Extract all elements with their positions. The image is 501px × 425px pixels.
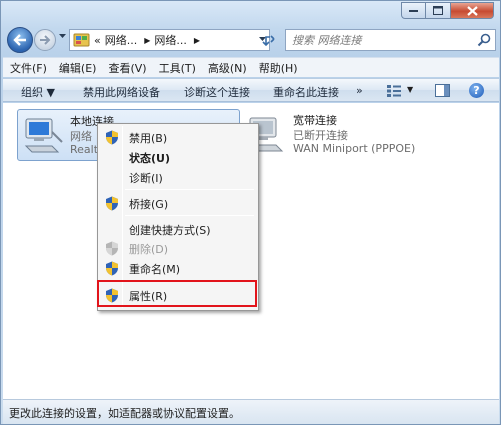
search-box[interactable]	[285, 29, 496, 51]
broadband-connection-name[interactable]: 宽带连接	[293, 112, 337, 128]
menu-item-label: 状态(U)	[129, 152, 170, 165]
view-dropdown-icon[interactable]: ▼	[407, 85, 413, 94]
caption-buttons	[401, 2, 494, 19]
back-arrow-icon	[13, 34, 26, 46]
menu-item-bridge[interactable]: 桥接(G)	[100, 193, 256, 213]
explorer-window: « 网络... ▶ 网络... ▶ 文件(F) 编辑(E) 查看(V) 工具(T) …	[0, 0, 501, 425]
rename-connection-button[interactable]: 重命名此连接	[273, 84, 339, 100]
disable-device-button[interactable]: 禁用此网络设备	[83, 84, 160, 100]
menu-item-label: 重命名(M)	[129, 263, 181, 276]
breadcrumb-arrow-icon[interactable]: ▶	[144, 36, 150, 45]
menu-advanced[interactable]: 高级(N)	[208, 60, 247, 76]
back-button[interactable]	[7, 27, 33, 53]
status-text: 更改此连接的设置，如适配器或协议配置设置。	[9, 407, 240, 420]
refresh-button[interactable]	[257, 29, 279, 51]
menu-item-disable[interactable]: 禁用(B)	[100, 127, 256, 147]
menu-item-rename[interactable]: 重命名(M)	[100, 258, 256, 278]
more-commands-button[interactable]: »	[356, 84, 363, 97]
breadcrumb-item[interactable]: 网络... ▶	[105, 32, 151, 48]
menu-item-label: 删除(D)	[129, 243, 169, 256]
breadcrumb-label: 网络...	[154, 34, 187, 47]
breadcrumb-arrow-icon[interactable]: ▶	[194, 36, 200, 45]
maximize-icon	[433, 6, 443, 15]
uac-shield-icon	[106, 130, 118, 145]
breadcrumb-prefix: «	[94, 33, 101, 47]
search-input[interactable]	[292, 33, 467, 47]
minimize-icon	[409, 9, 418, 12]
properties-highlight-box	[97, 280, 257, 307]
forward-arrow-icon	[40, 35, 51, 45]
menu-item-label: 创建快捷方式(S)	[129, 224, 211, 237]
command-bar: 组织 ▼ 禁用此网络设备 诊断这个连接 重命名此连接 » ▼ ?	[3, 78, 499, 102]
change-view-icon[interactable]	[386, 84, 402, 98]
menu-bar: 文件(F) 编辑(E) 查看(V) 工具(T) 高级(N) 帮助(H)	[3, 57, 499, 77]
control-panel-icon	[73, 33, 90, 47]
menu-item-delete: 删除(D)	[100, 238, 256, 258]
breadcrumb-label: 网络...	[104, 34, 138, 47]
address-bar[interactable]: « 网络... ▶ 网络... ▶	[69, 29, 270, 51]
menu-tools[interactable]: 工具(T)	[159, 60, 196, 76]
menu-item-label: 禁用(B)	[129, 132, 168, 145]
help-icon[interactable]: ?	[469, 83, 484, 98]
menu-edit[interactable]: 编辑(E)	[59, 60, 97, 76]
uac-shield-icon	[106, 196, 118, 211]
uac-shield-icon	[106, 241, 118, 256]
breadcrumb-item[interactable]: 网络... ▶	[154, 32, 200, 48]
uac-shield-icon	[106, 261, 118, 276]
forward-button[interactable]	[34, 29, 56, 51]
network-adapter-icon	[24, 118, 63, 153]
connection-network: 网络	[70, 130, 92, 143]
close-button[interactable]	[451, 2, 494, 19]
menu-separator	[125, 215, 254, 216]
organize-button[interactable]: 组织 ▼	[21, 84, 55, 100]
menu-item-status[interactable]: 状态(U)	[100, 147, 256, 167]
history-dropdown-icon[interactable]	[59, 34, 66, 39]
minimize-button[interactable]	[401, 2, 426, 19]
diagnose-button[interactable]: 诊断这个连接	[184, 84, 250, 100]
menu-separator	[125, 189, 254, 190]
menu-item-create-shortcut[interactable]: 创建快捷方式(S)	[100, 219, 256, 239]
broadband-connection-device: WAN Miniport (PPPOE)	[293, 142, 416, 155]
menu-item-label: 诊断(I)	[129, 172, 163, 185]
menu-view[interactable]: 查看(V)	[108, 60, 146, 76]
menu-item-diagnose[interactable]: 诊断(I)	[100, 167, 256, 187]
refresh-icon	[262, 35, 275, 47]
close-icon	[466, 5, 478, 16]
menu-help[interactable]: 帮助(H)	[259, 60, 298, 76]
search-icon[interactable]	[477, 33, 491, 47]
navigation-row: « 网络... ▶ 网络... ▶	[7, 27, 496, 53]
status-bar: 更改此连接的设置，如适配器或协议配置设置。	[3, 399, 499, 424]
broadband-connection-status: 已断开连接	[293, 129, 348, 142]
menu-item-label: 桥接(G)	[129, 198, 169, 211]
maximize-button[interactable]	[426, 2, 451, 19]
preview-pane-icon[interactable]	[435, 84, 450, 97]
menu-file[interactable]: 文件(F)	[10, 60, 47, 76]
